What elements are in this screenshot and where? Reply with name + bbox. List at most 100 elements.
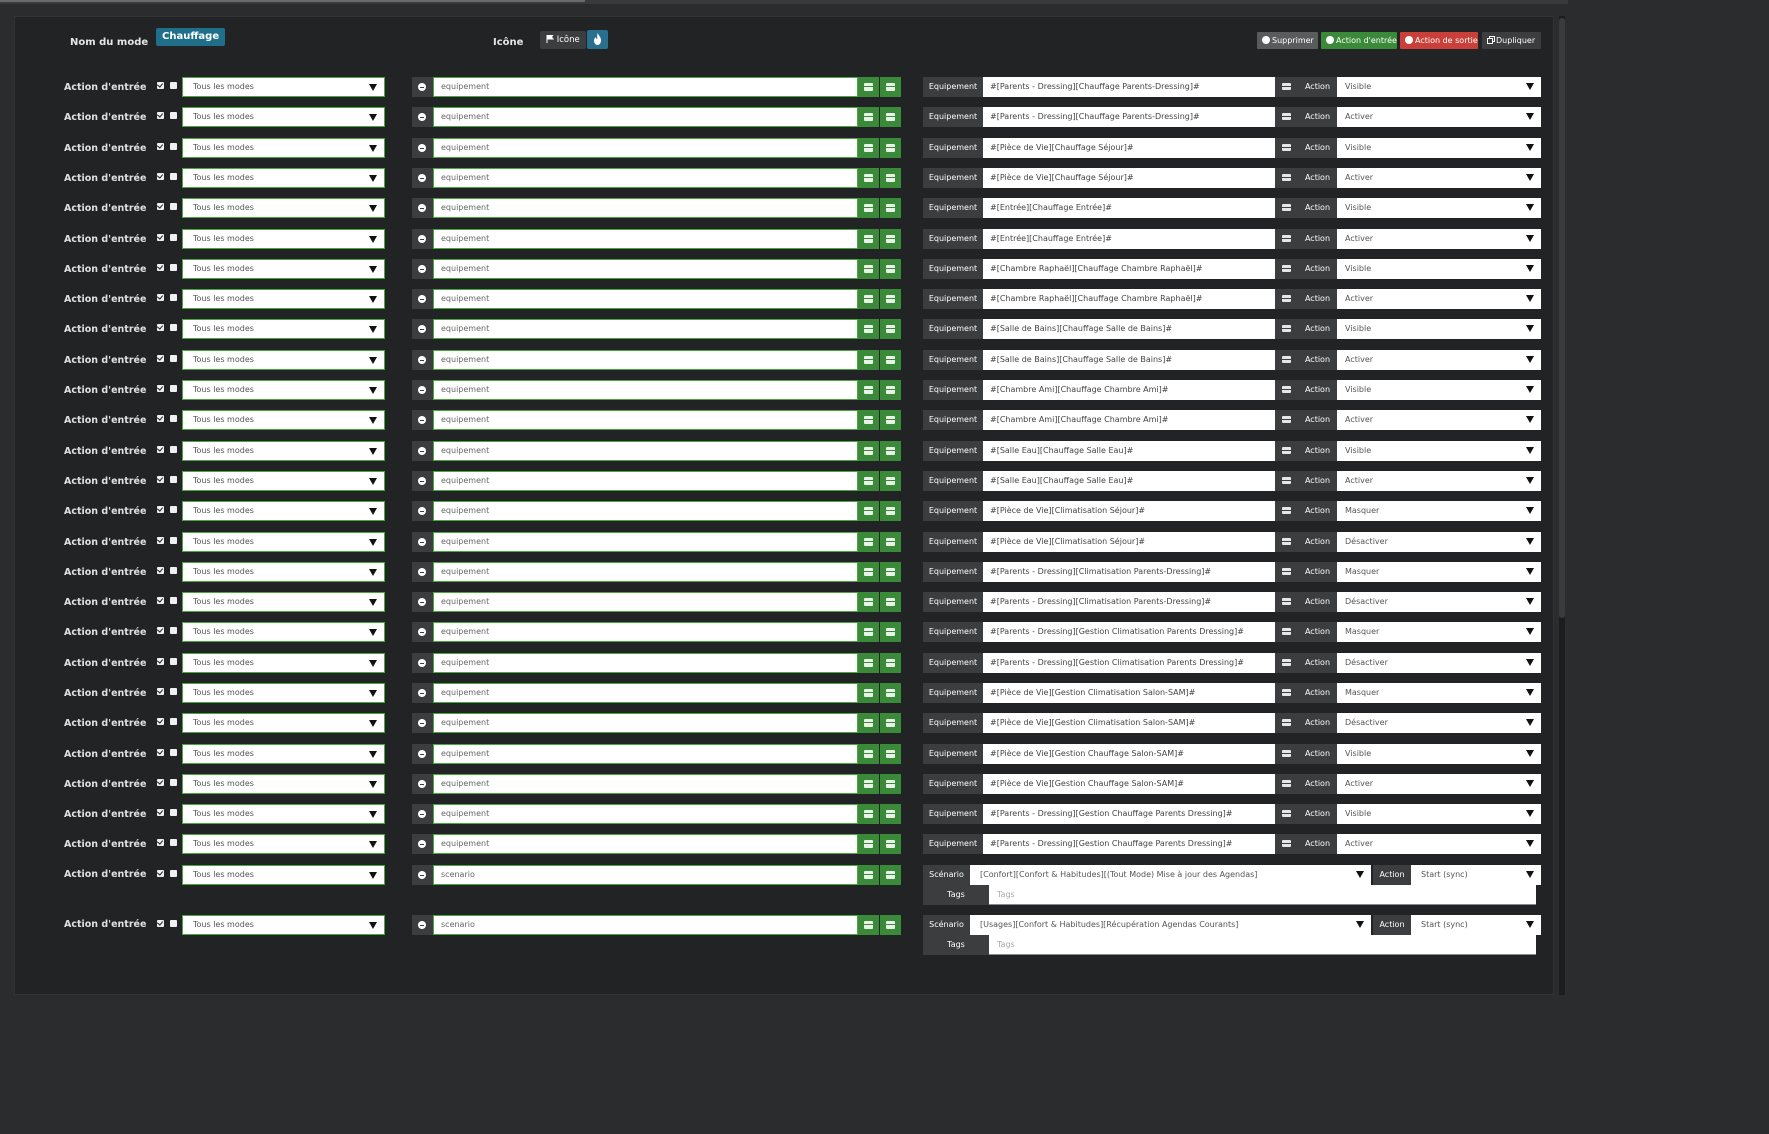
enable-checkbox[interactable] xyxy=(157,415,164,422)
enable-checkbox[interactable] xyxy=(157,627,164,634)
action-type-input[interactable]: equipement xyxy=(433,410,858,430)
modes-select[interactable]: Tous les modes xyxy=(182,259,385,279)
parallel-checkbox[interactable] xyxy=(170,688,177,695)
parallel-checkbox[interactable] xyxy=(170,749,177,756)
select-equipment-button[interactable] xyxy=(880,350,901,370)
enable-checkbox[interactable] xyxy=(157,385,164,392)
modes-select[interactable]: Tous les modes xyxy=(182,380,385,400)
select-command-button[interactable] xyxy=(858,774,879,794)
parallel-checkbox[interactable] xyxy=(170,112,177,119)
modes-select[interactable]: Tous les modes xyxy=(182,744,385,764)
select-equipment-button[interactable] xyxy=(880,744,901,764)
remove-action-button[interactable] xyxy=(412,774,433,794)
select-command-button[interactable] xyxy=(858,532,879,552)
select-equipment-button[interactable] xyxy=(880,774,901,794)
remove-action-button[interactable] xyxy=(412,532,433,552)
select-command-button[interactable] xyxy=(858,229,879,249)
action-type-input[interactable]: equipement xyxy=(433,774,858,794)
enable-checkbox[interactable] xyxy=(157,749,164,756)
equipment-command-input[interactable]: #[Parents - Dressing][Climatisation Pare… xyxy=(983,592,1275,612)
equipment-command-input[interactable]: #[Entrée][Chauffage Entrée]# xyxy=(983,229,1275,249)
equipment-command-input[interactable]: #[Chambre Ami][Chauffage Chambre Ami]# xyxy=(983,380,1275,400)
parallel-checkbox[interactable] xyxy=(170,355,177,362)
action-select[interactable]: Visible xyxy=(1337,77,1541,97)
action-select[interactable]: Activer xyxy=(1337,774,1541,794)
equipment-command-input[interactable]: #[Parents - Dressing][Gestion Climatisat… xyxy=(983,622,1275,642)
remove-action-button[interactable] xyxy=(412,380,433,400)
action-type-input[interactable]: equipement xyxy=(433,532,858,552)
action-type-input[interactable]: equipement xyxy=(433,622,858,642)
equipment-command-input[interactable]: #[Salle Eau][Chauffage Salle Eau]# xyxy=(983,471,1275,491)
parallel-checkbox[interactable] xyxy=(170,627,177,634)
action-type-input[interactable]: equipement xyxy=(433,562,858,582)
select-command-button[interactable] xyxy=(858,471,879,491)
select-equipment-cmd-button[interactable] xyxy=(1275,471,1298,491)
select-equipment-cmd-button[interactable] xyxy=(1275,834,1298,854)
choose-icon-button[interactable]: Icône xyxy=(540,31,586,49)
remove-action-button[interactable] xyxy=(412,501,433,521)
equipment-command-input[interactable]: #[Parents - Dressing][Gestion Chauffage … xyxy=(983,804,1275,824)
parallel-checkbox[interactable] xyxy=(170,779,177,786)
enable-checkbox[interactable] xyxy=(157,446,164,453)
select-equipment-cmd-button[interactable] xyxy=(1275,532,1298,552)
parallel-checkbox[interactable] xyxy=(170,870,177,877)
equipment-command-input[interactable]: #[Chambre Raphaël][Chauffage Chambre Rap… xyxy=(983,289,1275,309)
select-command-button[interactable] xyxy=(858,683,879,703)
equipment-command-input[interactable]: #[Salle Eau][Chauffage Salle Eau]# xyxy=(983,441,1275,461)
select-equipment-button[interactable] xyxy=(880,653,901,673)
action-type-input[interactable]: equipement xyxy=(433,380,858,400)
modes-select[interactable]: Tous les modes xyxy=(182,834,385,854)
select-equipment-cmd-button[interactable] xyxy=(1275,713,1298,733)
enable-checkbox[interactable] xyxy=(157,839,164,846)
action-select[interactable]: Masquer xyxy=(1337,622,1541,642)
enable-checkbox[interactable] xyxy=(157,537,164,544)
modes-select[interactable]: Tous les modes xyxy=(182,77,385,97)
select-equipment-cmd-button[interactable] xyxy=(1275,168,1298,188)
select-equipment-button[interactable] xyxy=(880,501,901,521)
enable-checkbox[interactable] xyxy=(157,718,164,725)
modes-select[interactable]: Tous les modes xyxy=(182,501,385,521)
action-select[interactable]: Désactiver xyxy=(1337,592,1541,612)
modes-select[interactable]: Tous les modes xyxy=(182,198,385,218)
select-equipment-button[interactable] xyxy=(880,592,901,612)
equipment-command-input[interactable]: #[Chambre Raphaël][Chauffage Chambre Rap… xyxy=(983,259,1275,279)
select-equipment-button[interactable] xyxy=(880,77,901,97)
enable-checkbox[interactable] xyxy=(157,203,164,210)
parallel-checkbox[interactable] xyxy=(170,264,177,271)
select-command-button[interactable] xyxy=(858,713,879,733)
enable-checkbox[interactable] xyxy=(157,324,164,331)
select-equipment-cmd-button[interactable] xyxy=(1275,107,1298,127)
enable-checkbox[interactable] xyxy=(157,506,164,513)
action-select[interactable]: Activer xyxy=(1337,107,1541,127)
equipment-command-input[interactable]: #[Pièce de Vie][Climatisation Séjour]# xyxy=(983,532,1275,552)
equipment-command-input[interactable]: #[Pièce de Vie][Gestion Climatisation Sa… xyxy=(983,683,1275,703)
remove-action-button[interactable] xyxy=(412,834,433,854)
select-equipment-button[interactable] xyxy=(880,138,901,158)
select-equipment-button[interactable] xyxy=(880,865,901,885)
select-equipment-cmd-button[interactable] xyxy=(1275,319,1298,339)
modes-select[interactable]: Tous les modes xyxy=(182,471,385,491)
modes-select[interactable]: Tous les modes xyxy=(182,592,385,612)
select-equipment-button[interactable] xyxy=(880,229,901,249)
action-select[interactable]: Activer xyxy=(1337,229,1541,249)
modes-select[interactable]: Tous les modes xyxy=(182,441,385,461)
action-type-input[interactable]: equipement xyxy=(433,198,858,218)
modes-select[interactable]: Tous les modes xyxy=(182,774,385,794)
select-equipment-cmd-button[interactable] xyxy=(1275,229,1298,249)
select-equipment-button[interactable] xyxy=(880,198,901,218)
action-type-input[interactable]: equipement xyxy=(433,713,858,733)
action-type-input[interactable]: equipement xyxy=(433,259,858,279)
parallel-checkbox[interactable] xyxy=(170,234,177,241)
parallel-checkbox[interactable] xyxy=(170,294,177,301)
action-type-input[interactable]: scenario xyxy=(433,865,858,885)
equipment-command-input[interactable]: #[Pièce de Vie][Climatisation Séjour]# xyxy=(983,501,1275,521)
parallel-checkbox[interactable] xyxy=(170,385,177,392)
scenario-select[interactable]: [Usages][Confort & Habitudes][Récupérati… xyxy=(970,915,1371,935)
remove-action-button[interactable] xyxy=(412,744,433,764)
modes-select[interactable]: Tous les modes xyxy=(182,865,385,885)
modes-select[interactable]: Tous les modes xyxy=(182,713,385,733)
enable-checkbox[interactable] xyxy=(157,779,164,786)
action-type-input[interactable]: equipement xyxy=(433,168,858,188)
enable-checkbox[interactable] xyxy=(157,355,164,362)
action-type-input[interactable]: equipement xyxy=(433,804,858,824)
